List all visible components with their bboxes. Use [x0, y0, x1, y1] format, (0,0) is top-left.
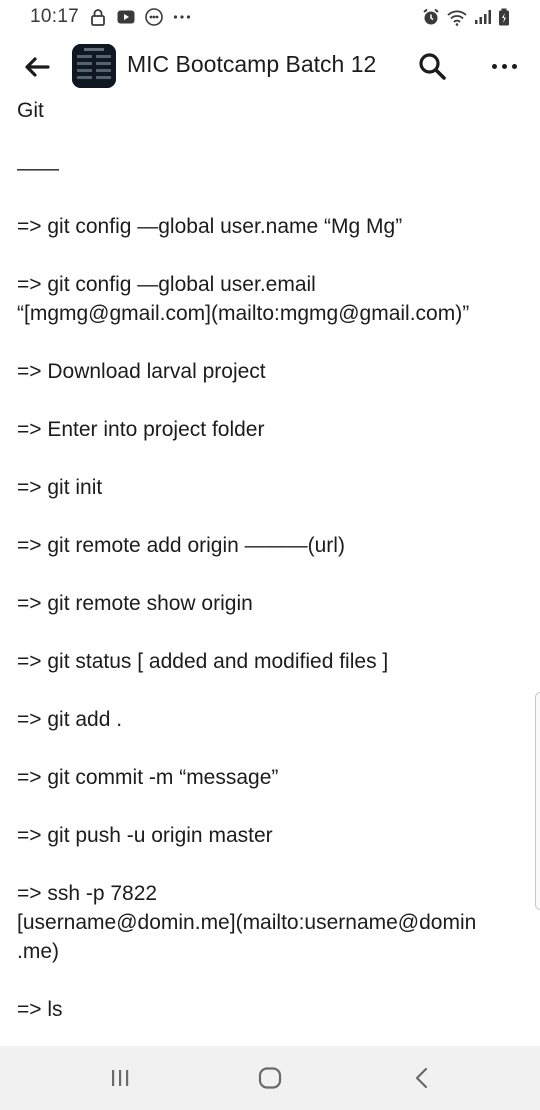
group-avatar-image: [72, 44, 116, 88]
message-line: => Download larval project: [17, 360, 266, 383]
message-line: => ssh -p 7822: [17, 882, 158, 905]
chat-header: MIC Bootcamp Batch 12: [0, 34, 540, 98]
message-line: => git remote add origin ———(url): [17, 534, 345, 557]
message-text[interactable]: Git —— => git config —global user.name “…: [17, 96, 532, 1024]
status-right: [422, 8, 510, 26]
battery-icon: [498, 8, 510, 26]
messenger-icon: [145, 8, 163, 26]
message-line: => git config —global user.name “Mg Mg”: [17, 215, 403, 238]
wifi-icon: [446, 8, 468, 26]
search-button[interactable]: [414, 48, 450, 84]
message-line: Git: [17, 99, 44, 122]
message-line: => git status [ added and modified files…: [17, 650, 389, 673]
more-options-dot: [501, 63, 507, 69]
home-button[interactable]: [250, 1062, 290, 1094]
message-line: => git push -u origin master: [17, 824, 273, 847]
recent-apps-icon: [112, 1070, 129, 1086]
status-time: 10:17: [30, 6, 80, 27]
message-line: “[mgmg@gmail.com](mailto:mgmg@gmail.com)…: [17, 302, 470, 325]
message-line: .me): [17, 940, 59, 963]
home-icon: [258, 1067, 282, 1089]
group-title[interactable]: MIC Bootcamp Batch 12: [127, 51, 376, 78]
more-notifications-icon: [173, 14, 191, 20]
message-line: ——: [17, 157, 59, 180]
message-line: => git init: [17, 476, 103, 499]
back-arrow-button[interactable]: [22, 52, 52, 82]
recent-apps-button[interactable]: [100, 1062, 140, 1094]
message-line: => git add .: [17, 708, 123, 731]
back-button[interactable]: [402, 1062, 442, 1094]
navigation-bar: [0, 1046, 540, 1110]
message-line: => git config —global user.email: [17, 273, 316, 296]
status-left: 10:17: [30, 6, 191, 28]
lock-icon: [89, 8, 107, 26]
group-avatar[interactable]: [72, 44, 116, 88]
message-line: => git commit -m “message”: [17, 766, 279, 789]
search-icon: [419, 53, 446, 80]
message-line: => ls: [17, 998, 63, 1021]
message-line: => Enter into project folder: [17, 418, 265, 441]
more-options-button[interactable]: [484, 54, 524, 78]
message-line: [username@domin.me](mailto:username@domi…: [17, 911, 477, 934]
alarm-icon: [422, 8, 440, 26]
chevron-left-icon: [415, 1067, 428, 1089]
more-options-dot: [511, 63, 517, 69]
scroll-handle[interactable]: [535, 692, 540, 910]
more-options-icon: [491, 63, 497, 69]
signal-icon: [474, 9, 492, 25]
status-bar: 10:17: [0, 0, 540, 34]
youtube-icon: [117, 9, 135, 25]
arrow-left-icon: [25, 57, 50, 77]
message-line: => git remote show origin: [17, 592, 253, 615]
